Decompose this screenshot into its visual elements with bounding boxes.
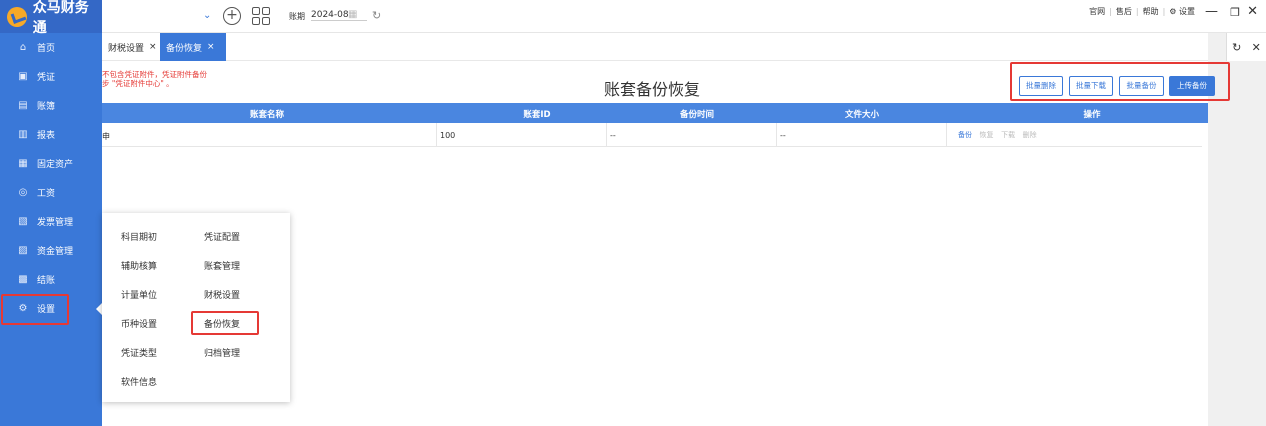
closing-icon: ▩: [18, 273, 28, 285]
sidebar-item-label: 固定资产: [37, 160, 74, 170]
sidebar-item-report[interactable]: ▥ 报表: [0, 120, 102, 149]
refresh-tab-icon[interactable]: ↻: [1232, 41, 1241, 54]
tab-backup-restore[interactable]: 备份恢复 ×: [160, 33, 226, 61]
close-icon[interactable]: ×: [207, 42, 215, 52]
sidebar-item-fund[interactable]: ▨ 资金管理: [0, 236, 102, 265]
chevron-down-icon[interactable]: ⌄: [203, 10, 211, 21]
menu-item-software-info[interactable]: 软件信息: [121, 375, 157, 388]
sidebar-item-label: 首页: [37, 44, 56, 54]
column-header: 文件大小: [844, 110, 879, 120]
table-row[interactable]: 申 100 -- -- 备份 恢复 下载 删除: [102, 123, 1202, 147]
link-settings[interactable]: ⚙ 设置: [1165, 6, 1199, 17]
tab-tools: ↻ ✕: [1226, 33, 1266, 61]
batch-delete-button[interactable]: 批量删除: [1019, 76, 1063, 96]
tab-tax-settings[interactable]: 财税设置 ×: [102, 33, 163, 61]
highlight-outline: [1, 294, 69, 325]
link-after-sales[interactable]: 售后: [1112, 6, 1136, 17]
batch-backup-button[interactable]: 批量备份: [1119, 76, 1164, 96]
app-window: 众马财务通 ⌂ 首页 ▣ 凭证 ▤ 账簿 ▥ 报表 ▦ 固定资产 ◎ 工资 ▧ 发票管理 ▨ 资…: [0, 0, 1266, 426]
column-header: 账套ID: [523, 110, 551, 120]
sidebar-item-invoice[interactable]: ▧ 发票管理: [0, 207, 102, 236]
home-icon: ⌂: [19, 41, 27, 53]
add-icon[interactable]: +: [223, 7, 241, 25]
menu-item-currency[interactable]: 币种设置: [121, 317, 157, 330]
top-bar: ⌄ + 账期 2024-08 ▦ ↻ 官网 | 售后 | 帮助 | ⚙ 设置 — ❐ …: [102, 0, 1266, 33]
period-input[interactable]: 2024-08: [311, 10, 367, 21]
period-label: 账期: [289, 12, 305, 21]
backup-link[interactable]: 备份: [958, 131, 972, 139]
logo-icon: [7, 6, 27, 27]
sidebar-item-settings[interactable]: ⚙ 设置: [0, 294, 102, 325]
sidebar-item-closing[interactable]: ▩ 结账: [0, 265, 102, 294]
sidebar-item-label: 发票管理: [37, 218, 74, 228]
table-header: 账套名称 账套ID 备份时间 文件大小 操作: [102, 103, 1208, 123]
notice-line: 步 "凭证附件中心" 。: [102, 79, 174, 88]
sidebar-item-label: 报表: [37, 131, 56, 141]
close-icon[interactable]: ×: [149, 42, 157, 52]
sidebar-item-label: 工资: [37, 189, 56, 199]
link-website[interactable]: 官网: [1085, 6, 1109, 17]
maximize-button[interactable]: ❐: [1230, 6, 1240, 19]
menu-item-voucher-type[interactable]: 凭证类型: [121, 346, 157, 359]
menu-item-tax-settings[interactable]: 财税设置: [204, 288, 240, 301]
upload-backup-button[interactable]: 上传备份: [1169, 76, 1215, 96]
sidebar-item-home[interactable]: ⌂ 首页: [0, 33, 102, 62]
cell-name: 申: [102, 132, 110, 141]
salary-icon: ◎: [18, 186, 28, 198]
sidebar-item-label: 结账: [37, 276, 56, 286]
menu-item-account-set[interactable]: 账套管理: [204, 259, 240, 272]
sidebar-item-label: 资金管理: [37, 247, 74, 257]
menu-item-units[interactable]: 计量单位: [121, 288, 157, 301]
top-links: 官网 | 售后 | 帮助 | ⚙ 设置: [1085, 6, 1199, 17]
column-header: 备份时间: [679, 110, 714, 120]
app-grid-icon[interactable]: [252, 7, 270, 25]
sidebar-item-voucher[interactable]: ▣ 凭证: [0, 62, 102, 91]
app-name: 众马财务通: [32, 0, 89, 36]
ledger-icon: ▤: [18, 99, 28, 111]
sidebar: 众马财务通 ⌂ 首页 ▣ 凭证 ▤ 账簿 ▥ 报表 ▦ 固定资产 ◎ 工资 ▧ 发票管理 ▨ 资…: [0, 0, 102, 426]
download-link[interactable]: 下载: [1001, 131, 1015, 139]
page-title: 账套备份恢复: [603, 80, 700, 99]
cell-time: --: [610, 131, 616, 140]
settings-menu: 科目期初 辅助核算 计量单位 币种设置 凭证类型 软件信息 凭证配置 账套管理 …: [102, 213, 290, 402]
close-all-icon[interactable]: ✕: [1252, 41, 1261, 54]
delete-link[interactable]: 删除: [1023, 131, 1037, 139]
tab-bar: 财税设置 × 备份恢复 ×: [102, 33, 1208, 61]
app-logo: 众马财务通: [0, 0, 102, 36]
tab-label: 财税设置: [108, 43, 145, 54]
cell-operations: 备份 恢复 下载 删除: [958, 130, 1042, 140]
sidebar-item-salary[interactable]: ◎ 工资: [0, 178, 102, 207]
menu-item-opening-balance[interactable]: 科目期初: [121, 230, 157, 243]
column-header: 操作: [1083, 110, 1101, 120]
link-help[interactable]: 帮助: [1139, 6, 1163, 17]
fund-icon: ▨: [18, 244, 28, 256]
asset-icon: ▦: [18, 157, 28, 169]
menu-item-archive[interactable]: 归档管理: [204, 346, 240, 359]
cell-id: 100: [440, 131, 456, 140]
voucher-icon: ▣: [18, 70, 28, 82]
action-buttons-highlight: 批量删除 批量下载 批量备份 上传备份: [1010, 62, 1230, 101]
refresh-icon[interactable]: ↻: [372, 9, 381, 22]
restore-link[interactable]: 恢复: [980, 131, 994, 139]
calendar-icon[interactable]: ▦: [348, 9, 357, 20]
cell-size: --: [780, 131, 786, 140]
sidebar-item-fixed-assets[interactable]: ▦ 固定资产: [0, 149, 102, 178]
highlight-outline: [191, 311, 259, 335]
menu-item-voucher-config[interactable]: 凭证配置: [204, 230, 240, 243]
batch-download-button[interactable]: 批量下载: [1069, 76, 1113, 96]
column-header: 账套名称: [249, 110, 284, 120]
tab-label: 备份恢复: [166, 43, 203, 54]
minimize-button[interactable]: —: [1205, 4, 1218, 19]
sidebar-item-label: 账簿: [37, 102, 56, 112]
report-icon: ▥: [18, 128, 28, 140]
close-button[interactable]: ✕: [1247, 4, 1258, 19]
menu-item-auxiliary[interactable]: 辅助核算: [121, 259, 157, 272]
sidebar-item-label: 凭证: [37, 73, 56, 83]
sidebar-nav: ⌂ 首页 ▣ 凭证 ▤ 账簿 ▥ 报表 ▦ 固定资产 ◎ 工资 ▧ 发票管理 ▨ 资金管理 ▩ 结…: [0, 33, 102, 325]
notice-text: 不包含凭证附件，凭证附件备份 步 "凭证附件中心" 。: [102, 70, 242, 88]
invoice-icon: ▧: [18, 215, 28, 227]
notice-line: 不包含凭证附件，凭证附件备份: [102, 70, 207, 79]
sidebar-item-ledger[interactable]: ▤ 账簿: [0, 91, 102, 120]
